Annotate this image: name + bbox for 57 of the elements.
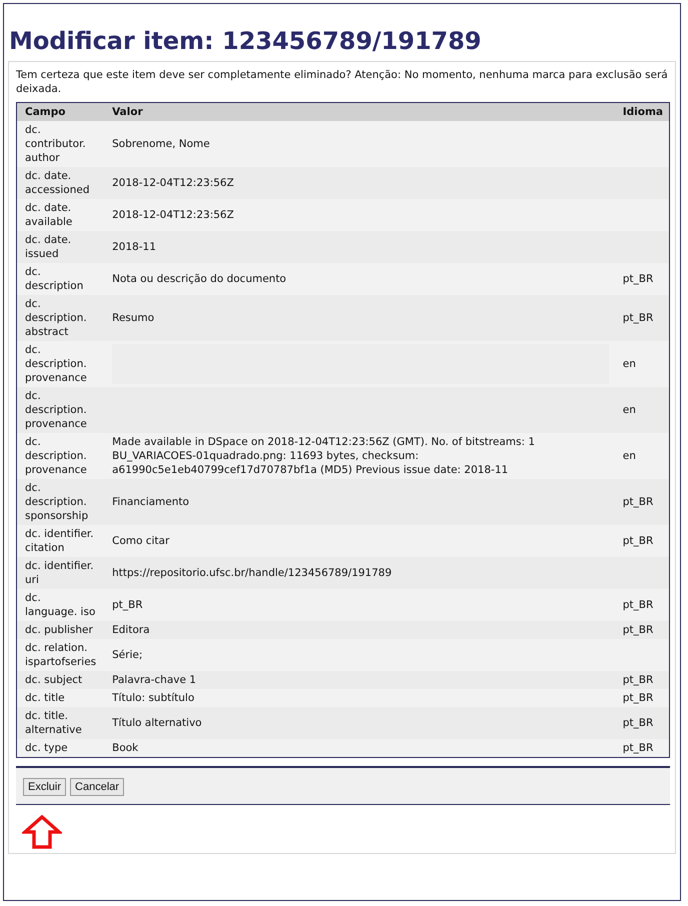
table-cell: dc. description. provenance xyxy=(16,387,104,433)
column-header: Valor xyxy=(104,102,617,121)
table-cell: Título: subtítulo xyxy=(104,689,617,707)
table-cell: pt_BR xyxy=(616,739,670,758)
column-header: Campo xyxy=(16,102,104,121)
table-cell: pt_BR xyxy=(616,479,670,525)
table-cell: pt_BR xyxy=(616,621,670,639)
table-cell: Título alternativo xyxy=(104,707,617,739)
table-cell: 2018-11 xyxy=(104,231,617,263)
table-cell: pt_BR xyxy=(616,589,670,621)
table-cell: dc. description. provenance xyxy=(16,341,104,387)
table-cell: Resumo xyxy=(104,295,617,341)
table-cell: dc. description. provenance xyxy=(16,433,104,479)
table-cell: Sobrenome, Nome xyxy=(104,121,617,167)
table-cell: dc. relation. ispartofseries xyxy=(16,639,104,671)
page-title: Modificar item: 123456789/191789 xyxy=(9,27,482,55)
table-cell: en xyxy=(616,341,670,387)
table-cell: dc. date. accessioned xyxy=(16,167,104,199)
table-cell: Nota ou descrição do documento xyxy=(104,263,617,295)
action-button[interactable]: Excluir xyxy=(23,778,66,796)
table-cell: pt_BR xyxy=(616,263,670,295)
table-cell: https://repositorio.ufsc.br/handle/123456789/191789 xyxy=(104,557,617,589)
table-cell: Palavra-chave 1 xyxy=(104,671,617,689)
table-cell: dc. type xyxy=(16,739,104,758)
table-cell: dc. subject xyxy=(16,671,104,689)
table-cell: en xyxy=(616,387,670,433)
table-cell: 2018-12-04T12:23:56Z xyxy=(104,167,617,199)
warning-text: Tem certeza que este item deve ser completamente eliminado? Atenção: No momento, nenhuma marca para exclusão será deixada. xyxy=(16,68,669,96)
table-cell: Made available in DSpace on 2018-12-04T12:23:56Z (GMT). No. of bitstreams: 1 BU_VARIACOES-01quadrado.png: 11693 bytes, checksum: a61990c5e1eb40799cef17d70787bf1a (MD5) Previous issue date: 2018-11 xyxy=(104,433,617,479)
table-cell: dc. identifier. uri xyxy=(16,557,104,589)
table-cell: dc. date. available xyxy=(16,199,104,231)
table-cell: Série; xyxy=(104,639,617,671)
table-cell: dc. title xyxy=(16,689,104,707)
table-cell: Editora xyxy=(104,621,617,639)
table-cell: dc. publisher xyxy=(16,621,104,639)
table-cell: pt_BR xyxy=(616,525,670,557)
table-cell: pt_BR xyxy=(616,671,670,689)
table-cell: en xyxy=(616,433,670,479)
table-cell: pt_BR xyxy=(616,295,670,341)
action-button[interactable]: Cancelar xyxy=(70,778,124,796)
table-cell: pt_BR xyxy=(104,589,617,621)
table-cell: dc. description xyxy=(16,263,104,295)
table-cell: dc. title. alternative xyxy=(16,707,104,739)
table-cell: dc. date. issued xyxy=(16,231,104,263)
table-cell: dc. contributor. author xyxy=(16,121,104,167)
table-cell: dc. language. iso xyxy=(16,589,104,621)
table-cell: dc. description. abstract xyxy=(16,295,104,341)
table-cell: dc. description. sponsorship xyxy=(16,479,104,525)
table-cell: pt_BR xyxy=(616,707,670,739)
table-cell: dc. identifier. citation xyxy=(16,525,104,557)
table-cell: 2018-12-04T12:23:56Z xyxy=(104,199,617,231)
table-cell: Como citar xyxy=(104,525,617,557)
table-cell: pt_BR xyxy=(616,689,670,707)
table-cell: Financiamento xyxy=(104,479,617,525)
table-cell: Book xyxy=(104,739,617,758)
up-arrow-icon xyxy=(22,815,62,849)
column-header: Idioma xyxy=(616,102,670,121)
